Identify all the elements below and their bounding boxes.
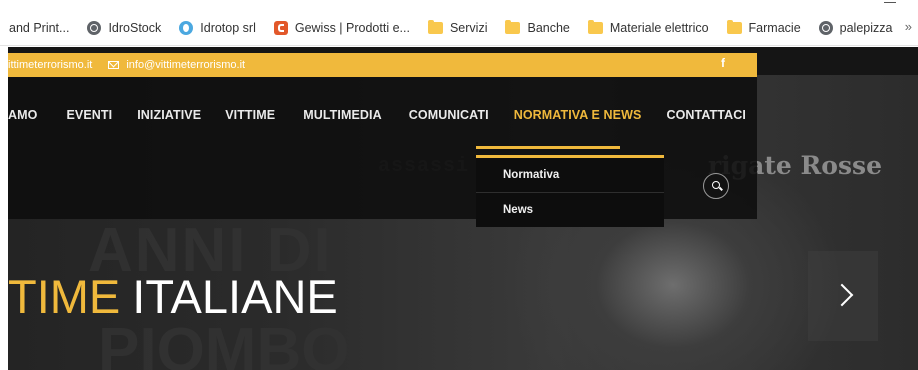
email-label: info@vittimeterrorismo.it (126, 59, 246, 71)
nav-item-multimedia[interactable]: MULTIMEDIA (303, 108, 382, 122)
globe-icon (818, 21, 833, 35)
globe-icon (87, 21, 102, 35)
dropdown-item-news[interactable]: News (476, 193, 664, 227)
bookmarks-bar: and Print... IdroStock Idrotop srl Gewis… (0, 0, 918, 46)
nav-dropdown-menu: Normativa News (476, 155, 664, 227)
bookmark-label: Servizi (449, 21, 488, 35)
bookmark-item[interactable]: IdroStock (87, 21, 161, 35)
bookmark-item[interactable]: Gewiss | Prodotti e... (273, 21, 410, 35)
bookmark-label: Gewiss | Prodotti e... (294, 21, 410, 35)
headline-part-white: ITALIANE (132, 270, 338, 323)
gewiss-icon (273, 21, 288, 35)
nav-item-normativa-e-news[interactable]: NORMATIVA E NEWS (514, 108, 642, 122)
bookmark-label: palepizza (839, 21, 893, 35)
slider-next-arrow-icon[interactable] (808, 251, 878, 341)
nav-item-contattaci[interactable]: CONTATTACI (666, 108, 745, 122)
search-icon[interactable] (703, 173, 729, 199)
bookmark-label: Farmacie (748, 21, 801, 35)
mail-icon (108, 61, 120, 69)
bookmark-label: Idrotop srl (200, 21, 256, 35)
folder-icon (505, 20, 521, 34)
site-url-link[interactable]: ittimeterrorismo.it (8, 59, 92, 71)
bookmark-label: and Print... (9, 21, 70, 35)
email-link[interactable]: info@vittimeterrorismo.it (108, 59, 245, 71)
folder-icon (587, 20, 603, 34)
bookmark-item[interactable]: palepizza (818, 21, 893, 35)
facebook-icon[interactable]: f (721, 56, 725, 70)
bookmark-folder[interactable]: Materiale elettrico (587, 20, 709, 35)
nav-item-eventi[interactable]: EVENTI (66, 108, 112, 122)
bookmark-folder[interactable]: Banche (505, 20, 570, 35)
folder-icon (427, 20, 443, 34)
nav-active-underline (476, 146, 620, 149)
website-viewport: ANNI DI PIOMBO assassi rigate Rosse itti… (8, 47, 918, 370)
bookmark-item[interactable]: and Print... (9, 21, 69, 35)
nav-item-comunicati[interactable]: COMUNICATI (409, 108, 489, 122)
main-nav: AMO EVENTI INIZIATIVE VITTIME MULTIMEDIA… (8, 108, 746, 122)
bookmark-folder[interactable]: Servizi (427, 20, 488, 35)
window-minimize-icon[interactable] (884, 2, 896, 3)
headline-part-yellow: TIME (8, 270, 121, 323)
dropdown-item-normativa[interactable]: Normativa (476, 158, 664, 193)
nav-item-iniziative[interactable]: INIZIATIVE (137, 108, 201, 122)
nav-item-chi-siamo[interactable]: AMO (8, 108, 37, 122)
hero-headline: TIME ITALIANE (8, 273, 338, 320)
bookmark-label: IdroStock (108, 21, 162, 35)
bookmark-item[interactable]: Idrotop srl (179, 21, 256, 35)
bookmarks-list: and Print... IdroStock Idrotop srl Gewis… (0, 18, 910, 38)
bookmarks-overflow-button[interactable]: » (905, 19, 912, 34)
bookmark-label: Banche (527, 21, 570, 35)
folder-icon (726, 20, 742, 34)
hero-bg-text: PIOMBO (98, 316, 350, 370)
contact-topbar: ittimeterrorismo.it info@vittimeterroris… (8, 53, 757, 77)
idrotop-icon (179, 21, 194, 35)
bookmark-folder[interactable]: Farmacie (726, 20, 801, 35)
bookmark-label: Materiale elettrico (609, 21, 709, 35)
nav-item-vittime[interactable]: VITTIME (225, 108, 275, 122)
